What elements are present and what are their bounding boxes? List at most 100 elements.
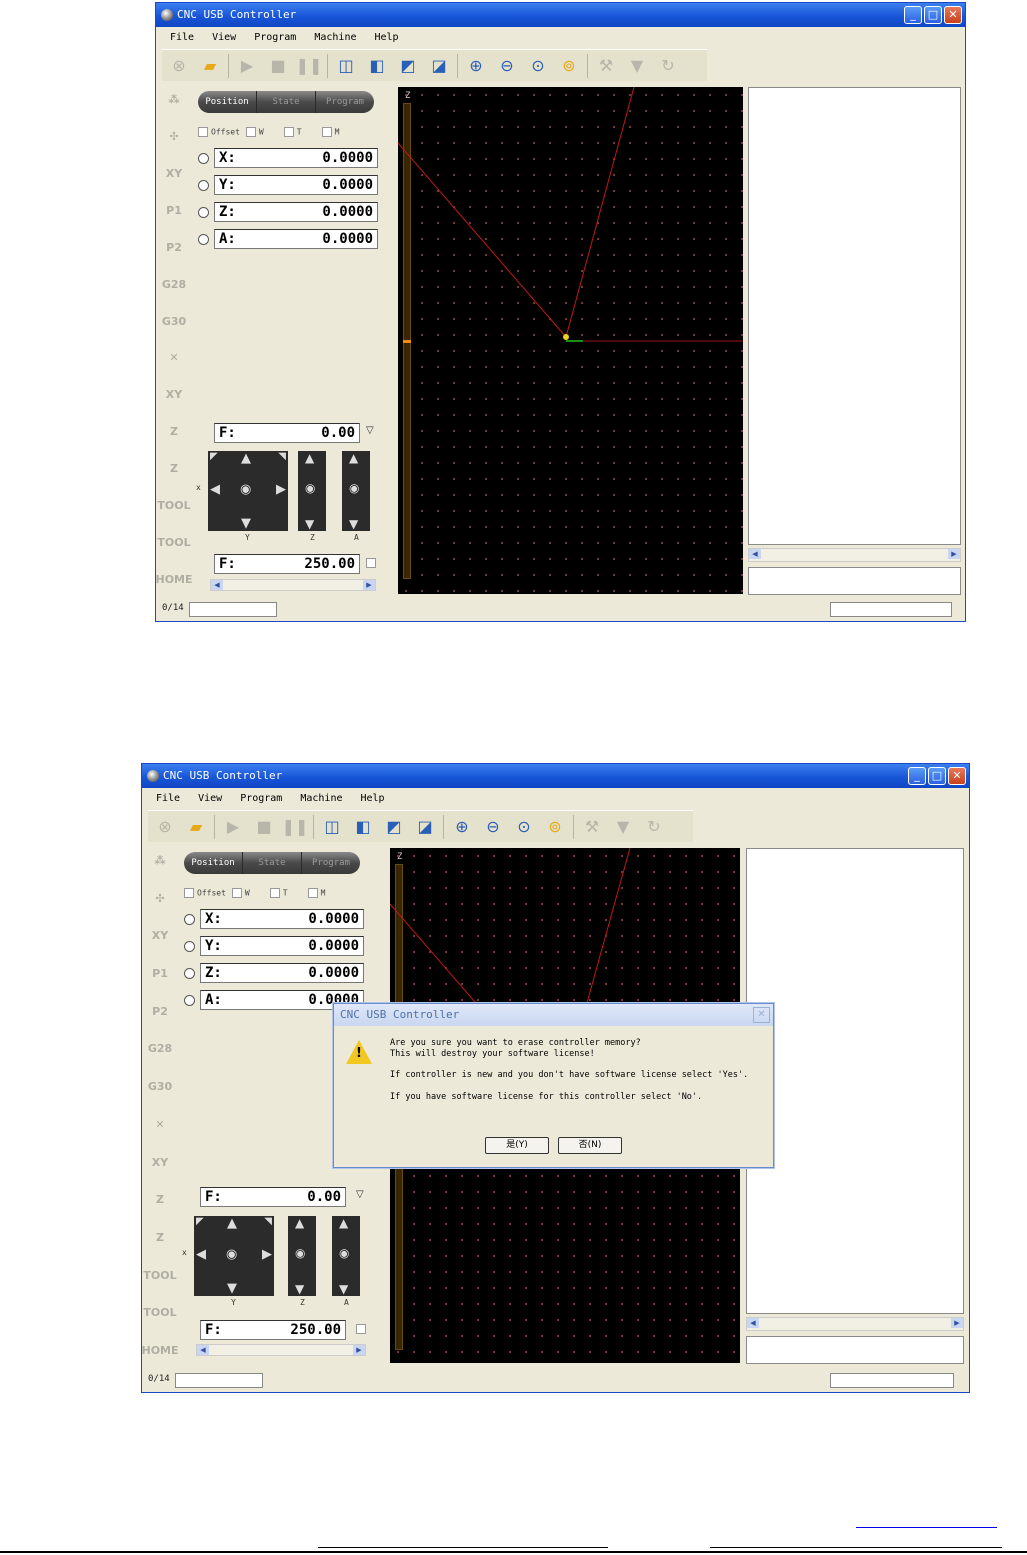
axis-z-radio[interactable] (198, 206, 209, 218)
feed-dropdown-icon[interactable]: ▽ (366, 425, 374, 436)
tab-state[interactable]: State (243, 852, 302, 874)
maximize-button[interactable]: □ (924, 6, 942, 24)
p1-button[interactable]: P1 (152, 967, 168, 981)
goto-xy-button[interactable]: XY (166, 388, 182, 402)
zoom-fit-icon[interactable]: ⊙ (525, 53, 551, 79)
stop-icon[interactable]: ⊗ (152, 814, 178, 840)
jog-x-plus-icon[interactable]: ▶ (262, 1247, 272, 1262)
maximize-button[interactable]: □ (928, 767, 946, 785)
axis-z-radio[interactable] (184, 967, 195, 979)
g28-button[interactable]: G28 (148, 1042, 172, 1056)
offset-checkbox[interactable]: Offset (198, 127, 240, 137)
zoom-extents-icon[interactable]: ⊚ (542, 814, 568, 840)
menu-program[interactable]: Program (240, 789, 282, 809)
cube-iso-icon[interactable]: ◪ (412, 814, 438, 840)
toolpath-viewport[interactable]: Z (398, 87, 743, 594)
stop-square-icon[interactable]: ■ (251, 814, 277, 840)
cube-iso-icon[interactable]: ◪ (426, 53, 452, 79)
cube-side-icon[interactable]: ◧ (350, 814, 376, 840)
jog-y-plus-icon[interactable]: ▲ (241, 451, 251, 466)
zoom-out-icon[interactable]: ⊖ (480, 814, 506, 840)
tab-program[interactable]: Program (302, 852, 360, 874)
menu-file[interactable]: File (156, 789, 180, 809)
jog-diag-icon[interactable]: ◥ (264, 1216, 272, 1227)
axis-z-field[interactable]: Z: 0.0000 (200, 963, 364, 983)
zoom-extents-icon[interactable]: ⊚ (556, 53, 582, 79)
axis-x-field[interactable]: X: 0.0000 (200, 909, 364, 929)
xy-jog-pad[interactable]: ▲ ▼ ◀ ▶ ◉ ◤ ◥ (194, 1216, 274, 1296)
axis-x-radio[interactable] (198, 152, 209, 164)
zero-xy-button[interactable]: XY (152, 929, 168, 943)
jog-diag-icon[interactable]: ◤ (210, 451, 218, 462)
play-icon[interactable]: ▶ (220, 814, 246, 840)
t-checkbox[interactable]: T (283, 127, 302, 137)
m-checkbox[interactable]: M (307, 888, 325, 898)
tab-program[interactable]: Program (316, 91, 374, 113)
tool-measure-button[interactable]: TOOL (143, 1306, 176, 1320)
axis-y-radio[interactable] (198, 179, 209, 191)
stop-icon[interactable]: ⊗ (166, 53, 192, 79)
tool-measure-button[interactable]: TOOL (157, 536, 190, 550)
w-checkbox[interactable]: W (231, 888, 250, 898)
g30-button[interactable]: G30 (162, 315, 186, 329)
cube-front-icon[interactable]: ◫ (319, 814, 345, 840)
jog-center-icon[interactable]: ◉ (226, 1247, 237, 1262)
axis-y-field[interactable]: Y: 0.0000 (200, 936, 364, 956)
pause-icon[interactable]: ❚❚ (282, 814, 309, 840)
tool-icon[interactable]: ⚒ (579, 814, 605, 840)
p2-button[interactable]: P2 (152, 1005, 168, 1019)
zero-z-button[interactable]: Z (156, 1193, 164, 1207)
feed-set-field[interactable]: F: 250.00 (200, 1320, 346, 1340)
axis-y-radio[interactable] (184, 940, 195, 952)
zoom-fit-icon[interactable]: ⊙ (511, 814, 537, 840)
gcode-listing[interactable] (746, 848, 964, 1314)
no-button[interactable]: 否(N) (558, 1137, 622, 1154)
jog-cross-icon[interactable]: ✣ (155, 892, 164, 906)
axis-a-radio[interactable] (198, 233, 209, 245)
zoom-out-icon[interactable]: ⊖ (494, 53, 520, 79)
jog-x-minus-icon[interactable]: ◀ (210, 482, 220, 497)
jog-grid-icon[interactable]: ⁂ (154, 854, 165, 868)
jog-y-plus-icon[interactable]: ▲ (227, 1216, 237, 1231)
feed-override-checkbox[interactable] (366, 558, 376, 568)
menu-help[interactable]: Help (361, 789, 385, 809)
gcode-hscrollbar[interactable]: ◀ ▶ (746, 1317, 964, 1331)
xy-jog-pad[interactable]: ▲ ▼ ◀ ▶ ◉ ◤ ◥ (208, 451, 288, 531)
tool-icon[interactable]: ⚒ (593, 53, 619, 79)
open-folder-icon[interactable]: ▰ (183, 814, 209, 840)
open-folder-icon[interactable]: ▰ (197, 53, 223, 79)
p1-button[interactable]: P1 (166, 204, 182, 218)
x-icon[interactable]: ✕ (155, 1118, 164, 1132)
yes-button[interactable]: 是(Y) (485, 1137, 549, 1154)
tool-change-button[interactable]: TOOL (157, 499, 190, 513)
home-button[interactable]: HOME (141, 1344, 178, 1358)
funnel-icon[interactable]: ▼ (610, 814, 636, 840)
tab-position[interactable]: Position (198, 91, 257, 113)
cube-side-icon[interactable]: ◧ (364, 53, 390, 79)
menu-view[interactable]: View (198, 789, 222, 809)
zoom-in-icon[interactable]: ⊕ (449, 814, 475, 840)
menu-help[interactable]: Help (375, 28, 399, 48)
command-field[interactable] (746, 1336, 964, 1364)
gcode-hscrollbar[interactable]: ◀ ▶ (748, 548, 961, 562)
jog-diag-icon[interactable]: ◥ (278, 451, 286, 462)
home-button[interactable]: HOME (155, 573, 192, 587)
p2-button[interactable]: P2 (166, 241, 182, 255)
zoom-in-icon[interactable]: ⊕ (463, 53, 489, 79)
close-button[interactable]: ✕ (948, 767, 966, 785)
z-jog-slider[interactable]: ▲ ◉ ▼ (298, 451, 326, 531)
cube-top-icon[interactable]: ◩ (395, 53, 421, 79)
menu-machine[interactable]: Machine (314, 28, 356, 48)
axis-x-field[interactable]: X: 0.0000 (214, 148, 378, 168)
refresh-icon[interactable]: ↻ (655, 53, 681, 79)
a-jog-slider[interactable]: ▲ ◉ ▼ (342, 451, 370, 531)
z-jog-slider[interactable]: ▲ ◉ ▼ (288, 1216, 316, 1296)
x-icon[interactable]: ✕ (169, 351, 178, 365)
goto-xy-button[interactable]: XY (152, 1156, 168, 1170)
zero-xy-button[interactable]: XY (166, 167, 182, 181)
feed-set-field[interactable]: F: 250.00 (214, 554, 360, 574)
minimize-button[interactable]: _ (908, 767, 926, 785)
pause-icon[interactable]: ❚❚ (296, 53, 323, 79)
jog-diag-icon[interactable]: ◤ (196, 1216, 204, 1227)
menu-file[interactable]: File (170, 28, 194, 48)
